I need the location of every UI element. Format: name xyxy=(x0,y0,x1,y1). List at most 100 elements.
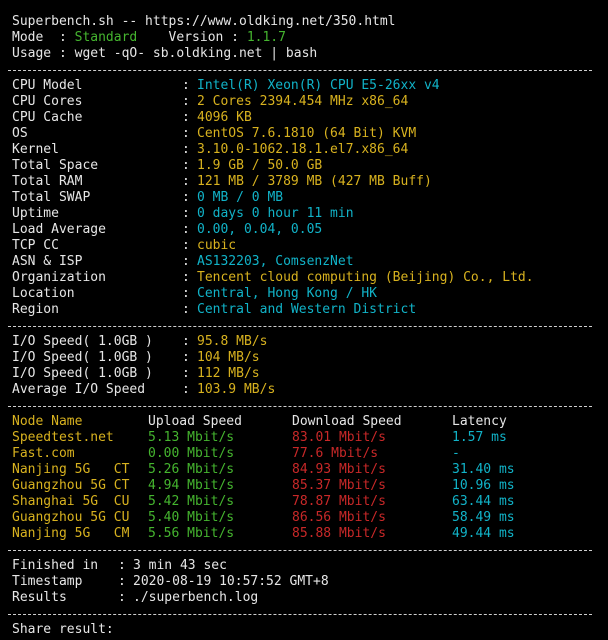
io-colon: : xyxy=(182,334,190,349)
version-value: 1.1.7 xyxy=(246,30,286,45)
summary-label: Results xyxy=(12,590,106,605)
io-label: I/O Speed( 1.0GB ) xyxy=(12,366,153,381)
info-label: Total SWAP xyxy=(12,190,91,205)
io-label: I/O Speed( 1.0GB ) xyxy=(12,350,153,365)
info-colon: : xyxy=(182,142,190,157)
latency: 63.44 ms xyxy=(452,494,515,509)
info-label: Location xyxy=(12,286,75,301)
io-value: 104 MB/s xyxy=(197,350,260,365)
summary-value: ./superbench.log xyxy=(133,590,259,605)
info-label: TCP CC xyxy=(12,238,59,253)
summary-colon: : xyxy=(118,574,126,589)
separator xyxy=(8,614,592,615)
download-speed: 85.88 Mbit/s xyxy=(292,526,386,541)
summary-value: 3 min 43 sec xyxy=(133,558,227,573)
node-name: Nanjing 5G CM xyxy=(12,526,130,541)
info-colon: : xyxy=(182,174,190,189)
upload-speed: 5.13 Mbit/s xyxy=(148,430,235,445)
summary-label: Finished in xyxy=(12,558,106,573)
download-speed: 86.56 Mbit/s xyxy=(292,510,386,525)
info-label: Total Space xyxy=(12,158,99,173)
node-name: Guangzhou 5G CU xyxy=(12,510,130,525)
io-colon: : xyxy=(182,366,190,381)
info-colon: : xyxy=(182,94,190,109)
summary-value: 2020-08-19 10:57:52 GMT+8 xyxy=(133,574,329,589)
upload-speed: 5.56 Mbit/s xyxy=(148,526,235,541)
latency: 10.96 ms xyxy=(452,478,515,493)
share-result-line: Share result: xyxy=(12,622,114,637)
mode-value: Standard xyxy=(74,30,138,45)
info-value: 1.9 GB / 50.0 GB xyxy=(197,158,323,173)
download-speed: 77.6 Mbit/s xyxy=(292,446,379,461)
download-speed: 84.93 Mbit/s xyxy=(292,462,386,477)
info-value: 2 Cores 2394.454 MHz x86_64 xyxy=(197,94,409,109)
terminal-window: Superbench.sh -- https://www.oldking.net… xyxy=(0,0,608,640)
latency: 31.40 ms xyxy=(452,462,515,477)
download-speed: 78.87 Mbit/s xyxy=(292,494,386,509)
info-value: Central, Hong Kong / HK xyxy=(197,286,378,301)
info-value: 4096 KB xyxy=(197,110,252,125)
info-label: Total RAM xyxy=(12,174,83,189)
upload-speed: 5.26 Mbit/s xyxy=(148,462,235,477)
summary-colon: : xyxy=(118,590,126,605)
speedtest-header-node: Node Name xyxy=(12,414,83,429)
info-colon: : xyxy=(182,238,190,253)
node-name: Speedtest.net xyxy=(12,430,114,445)
node-name: Shanghai 5G CU xyxy=(12,494,130,509)
upload-speed: 5.42 Mbit/s xyxy=(148,494,235,509)
info-label: ASN & ISP xyxy=(12,254,83,269)
speedtest-header-download: Download Speed xyxy=(292,414,402,429)
separator xyxy=(8,406,592,407)
info-label: OS xyxy=(12,126,28,141)
info-colon: : xyxy=(182,222,190,237)
node-name: Nanjing 5G CT xyxy=(12,462,130,477)
info-label: Region xyxy=(12,302,59,317)
info-label: Load Average xyxy=(12,222,106,237)
io-value: 95.8 MB/s xyxy=(197,334,268,349)
latency: - xyxy=(452,446,460,461)
info-value: CentOS 7.6.1810 (64 Bit) KVM xyxy=(197,126,417,141)
info-value: cubic xyxy=(197,238,237,253)
io-value: 112 MB/s xyxy=(197,366,260,381)
info-value: 0 MB / 0 MB xyxy=(197,190,284,205)
summary-label: Timestamp xyxy=(12,574,106,589)
info-label: CPU Cache xyxy=(12,110,83,125)
usage-line: Usage : wget -qO- sb.oldking.net | bash xyxy=(12,46,318,61)
info-colon: : xyxy=(182,206,190,221)
info-value: 0 days 0 hour 11 min xyxy=(197,206,354,221)
info-label: Kernel xyxy=(12,142,59,157)
mode-line: Mode : Standard Version : 1.1.7 xyxy=(12,30,286,46)
header-title-line: Superbench.sh -- https://www.oldking.net… xyxy=(12,14,396,29)
info-colon: : xyxy=(182,286,190,301)
info-colon: : xyxy=(182,254,190,269)
info-colon: : xyxy=(182,126,190,141)
latency: 49.44 ms xyxy=(452,526,515,541)
separator xyxy=(8,326,592,327)
info-value: 0.00, 0.04, 0.05 xyxy=(197,222,323,237)
info-colon: : xyxy=(182,158,190,173)
info-colon: : xyxy=(182,302,190,317)
separator xyxy=(8,550,592,551)
io-colon: : xyxy=(182,350,190,365)
info-value: Tencent cloud computing (Beijing) Co., L… xyxy=(197,270,534,285)
io-label: I/O Speed( 1.0GB ) xyxy=(12,334,153,349)
io-value: 103.9 MB/s xyxy=(197,382,276,397)
upload-speed: 0.00 Mbit/s xyxy=(148,446,235,461)
upload-speed: 5.40 Mbit/s xyxy=(148,510,235,525)
download-speed: 83.01 Mbit/s xyxy=(292,430,386,445)
io-label: Average I/O Speed xyxy=(12,382,146,397)
version-label: Version : xyxy=(137,30,247,45)
speedtest-header-latency: Latency xyxy=(452,414,507,429)
info-colon: : xyxy=(182,110,190,125)
info-label: Organization xyxy=(12,270,106,285)
info-colon: : xyxy=(182,190,190,205)
info-label: CPU Cores xyxy=(12,94,83,109)
io-colon: : xyxy=(182,382,190,397)
info-label: Uptime xyxy=(12,206,59,221)
info-value: 121 MB / 3789 MB (427 MB Buff) xyxy=(197,174,432,189)
download-speed: 85.37 Mbit/s xyxy=(292,478,386,493)
upload-speed: 4.94 Mbit/s xyxy=(148,478,235,493)
info-value: 3.10.0-1062.18.1.el7.x86_64 xyxy=(197,142,409,157)
separator xyxy=(8,70,592,71)
info-value: Intel(R) Xeon(R) CPU E5-26xx v4 xyxy=(197,78,440,93)
